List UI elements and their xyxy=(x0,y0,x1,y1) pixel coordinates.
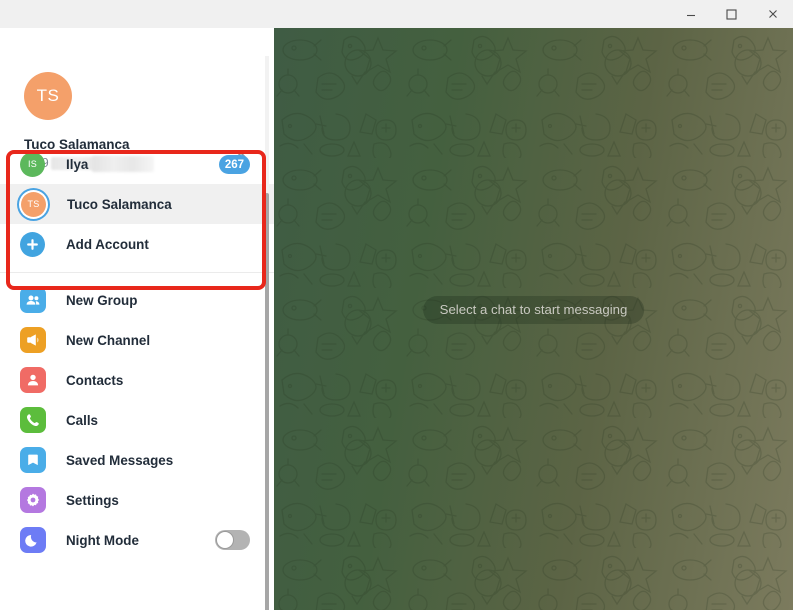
menu-item-label: New Channel xyxy=(66,332,151,348)
menu-list: New Group New Channel Contacts Calls Sav… xyxy=(0,280,274,560)
unread-badge: 267 xyxy=(218,155,250,174)
divider xyxy=(0,272,274,273)
phone-icon xyxy=(20,407,46,433)
account-row-tuco[interactable]: TS Tuco Salamanca xyxy=(0,184,274,224)
panel-scrollbar-thumb[interactable] xyxy=(265,193,269,610)
add-account-row[interactable]: Add Account xyxy=(0,224,274,264)
menu-item-label: Calls xyxy=(66,412,99,428)
chat-background: Select a chat to start messaging xyxy=(274,28,793,610)
gear-icon xyxy=(20,487,46,513)
megaphone-icon xyxy=(20,327,46,353)
menu-item-saved-messages[interactable]: Saved Messages xyxy=(0,440,274,480)
menu-item-contacts[interactable]: Contacts xyxy=(0,360,274,400)
menu-item-label: Saved Messages xyxy=(66,452,174,468)
menu-item-label: Settings xyxy=(66,492,119,508)
minimize-button[interactable] xyxy=(670,0,711,28)
accounts-list: IS Ilya 267 TS Tuco Salamanca Add Accoun… xyxy=(0,144,274,264)
plus-circle-icon xyxy=(20,231,45,257)
account-name: Ilya xyxy=(66,156,155,172)
menu-item-label: New Group xyxy=(66,292,138,308)
avatar: TS xyxy=(21,191,46,217)
menu-item-label: Night Mode xyxy=(66,532,139,548)
main-menu-panel: TS Tuco Salamanca +7 9 IS Ilya 267 xyxy=(0,28,274,610)
close-button[interactable] xyxy=(752,0,793,28)
account-name-text: Ilya xyxy=(66,156,89,172)
avatar[interactable]: TS xyxy=(24,72,72,120)
moon-icon xyxy=(20,527,46,553)
night-mode-toggle[interactable] xyxy=(215,530,250,550)
window-titlebar xyxy=(0,0,793,28)
redacted-name-block xyxy=(92,156,155,172)
chat-placeholder-text: Select a chat to start messaging xyxy=(422,296,645,324)
add-account-label: Add Account xyxy=(66,236,149,252)
menu-item-settings[interactable]: Settings xyxy=(0,480,274,520)
account-name: Tuco Salamanca xyxy=(67,197,172,212)
menu-item-label: Contacts xyxy=(66,372,124,388)
menu-item-night-mode[interactable]: Night Mode xyxy=(0,520,274,560)
telegram-desktop-window: Select a chat to start messaging TS Tuco… xyxy=(0,0,793,610)
maximize-button[interactable] xyxy=(711,0,752,28)
group-icon xyxy=(20,287,46,313)
toggle-knob xyxy=(216,531,234,549)
profile-header: TS Tuco Salamanca +7 9 xyxy=(0,28,274,170)
menu-item-calls[interactable]: Calls xyxy=(0,400,274,440)
account-row-ilya[interactable]: IS Ilya 267 xyxy=(0,144,274,184)
avatar: IS xyxy=(20,151,45,177)
bookmark-icon xyxy=(20,447,46,473)
person-icon xyxy=(20,367,46,393)
menu-item-new-group[interactable]: New Group xyxy=(0,280,274,320)
menu-item-new-channel[interactable]: New Channel xyxy=(0,320,274,360)
account-name-text: Tuco Salamanca xyxy=(67,196,172,212)
